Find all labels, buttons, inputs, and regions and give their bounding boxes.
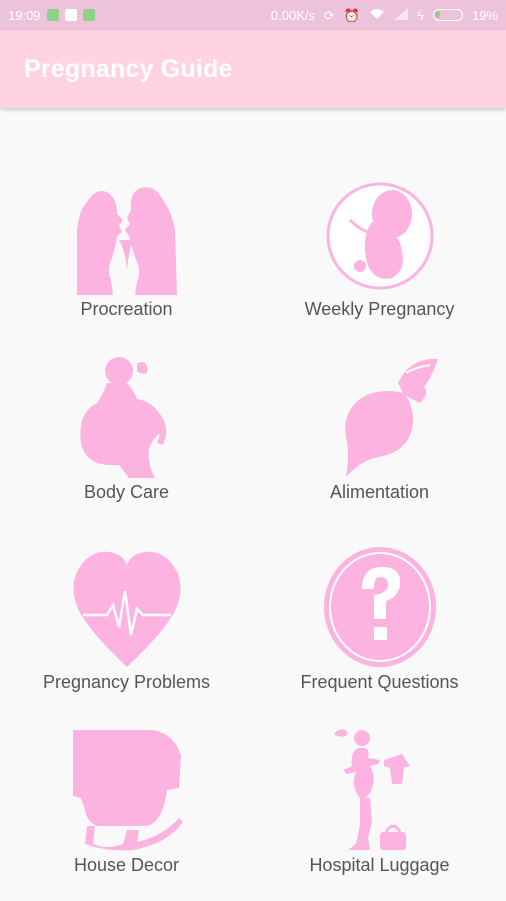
alarm-icon: ⏰	[343, 7, 361, 23]
play-store-icon	[64, 9, 77, 21]
app-notification-icon	[46, 9, 59, 21]
menu-item-label: Alimentation	[329, 482, 430, 502]
cradle-icon	[72, 730, 183, 851]
menu-item-label: Hospital Luggage	[309, 855, 450, 875]
network-speed: 0.00K/s	[270, 7, 315, 23]
menu-item-weekly-pregnancy[interactable]: Weekly Pregnancy	[253, 170, 506, 345]
menu-item-frequent-questions[interactable]: Frequent Questions	[253, 543, 506, 718]
menu-item-label: Procreation	[80, 299, 173, 319]
menu-item-label: House Decor	[73, 855, 180, 875]
status-time: 19:09	[8, 7, 41, 23]
menu-item-procreation[interactable]: Procreation	[0, 170, 253, 345]
mother-with-luggage-icon	[333, 729, 410, 850]
app-notification-icon	[82, 9, 95, 21]
menu-item-pregnancy-problems[interactable]: Pregnancy Problems	[0, 543, 253, 718]
app-bar: Pregnancy Guide	[0, 30, 506, 108]
menu-item-label: Pregnancy Problems	[42, 672, 211, 692]
couple-kissing-icon	[76, 187, 177, 295]
menu-item-alimentation[interactable]: Alimentation	[253, 353, 506, 528]
battery-icon	[432, 9, 463, 21]
menu-item-house-decor[interactable]: House Decor	[0, 726, 253, 901]
menu-item-label: Frequent Questions	[300, 672, 459, 692]
fetus-icon	[326, 182, 433, 290]
battery-percent: 19%	[471, 7, 498, 23]
question-mark-icon	[323, 547, 436, 667]
wifi-icon	[369, 8, 385, 22]
charging-icon: ϟ	[417, 7, 424, 23]
menu-item-label: Body Care	[83, 482, 170, 502]
app-title: Pregnancy Guide	[24, 54, 233, 83]
signal-icon	[394, 8, 409, 22]
status-right: 0.00K/s ⟳ ⏰ ϟ 19%	[271, 8, 498, 23]
status-bar: 19:09 0.00K/s ⟳ ⏰ ϟ 19%	[0, 0, 506, 30]
sync-icon: ⟳	[323, 7, 335, 23]
beetroot-icon	[344, 358, 438, 477]
menu-item-hospital-luggage[interactable]: Hospital Luggage	[253, 726, 506, 901]
pregnant-woman-icon	[79, 357, 166, 478]
menu-item-body-care[interactable]: Body Care	[0, 353, 253, 528]
status-left: 19:09	[8, 8, 95, 23]
heartbeat-heart-icon	[72, 551, 181, 667]
menu-item-label: Weekly Pregnancy	[304, 299, 455, 319]
